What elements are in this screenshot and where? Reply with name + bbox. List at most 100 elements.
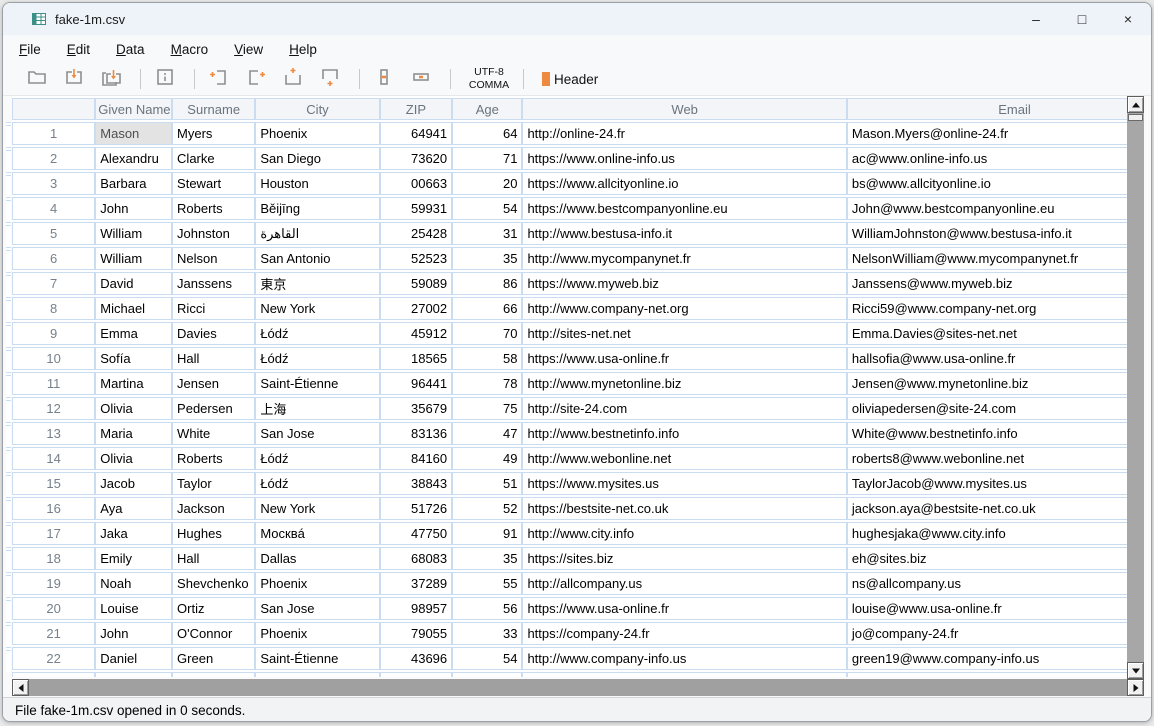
row-number-cell[interactable]: 6 xyxy=(12,247,95,270)
cell-surname[interactable]: Hall xyxy=(172,347,255,370)
cell-zip[interactable]: 51726 xyxy=(380,497,452,520)
cell-surname[interactable]: Johnston xyxy=(172,222,255,245)
row-number-cell[interactable]: 14 xyxy=(12,447,95,470)
cell-web[interactable]: http://www.mycompanynet.fr xyxy=(522,247,846,270)
row-number-cell[interactable]: 4 xyxy=(12,197,95,220)
row-number-cell[interactable]: 20 xyxy=(12,597,95,620)
cell-zip[interactable]: 68083 xyxy=(380,547,452,570)
cell-city[interactable]: 上海 xyxy=(255,397,379,420)
cell-age[interactable]: 55 xyxy=(452,572,522,595)
cell-given_name[interactable]: Olivia xyxy=(95,447,172,470)
cell-web[interactable]: https://www.allcityonline.io xyxy=(522,172,846,195)
cell-surname[interactable]: O'Connor xyxy=(172,622,255,645)
row-number-cell[interactable]: 2 xyxy=(12,147,95,170)
cell-age[interactable]: 75 xyxy=(452,397,522,420)
cell-web[interactable]: http://www.bestusa-info.it xyxy=(522,222,846,245)
cell-given_name[interactable]: William xyxy=(95,247,172,270)
insert-row-above-button[interactable] xyxy=(281,67,305,91)
cell-given_name[interactable]: Louise xyxy=(95,597,172,620)
menu-view[interactable]: View xyxy=(224,39,273,60)
horizontal-scroll-thumb[interactable] xyxy=(29,679,1127,696)
row-number-cell[interactable]: 8 xyxy=(12,297,95,320)
cell-age[interactable]: 66 xyxy=(452,297,522,320)
cell-surname[interactable]: Roberts xyxy=(172,197,255,220)
cell-zip[interactable]: 83136 xyxy=(380,422,452,445)
cell-zip[interactable]: 25428 xyxy=(380,222,452,245)
cell-email[interactable]: bs@www.allcityonline.io xyxy=(847,172,1129,195)
cell-age[interactable]: 31 xyxy=(452,222,522,245)
cell-surname[interactable]: Roberts xyxy=(172,447,255,470)
cell-age[interactable]: 35 xyxy=(452,247,522,270)
cell-given_name[interactable]: John xyxy=(95,197,172,220)
cell-given_name[interactable]: Martina xyxy=(95,372,172,395)
cell-surname[interactable]: Ricci xyxy=(172,297,255,320)
row-number-cell[interactable]: 19 xyxy=(12,572,95,595)
column-header-rownum[interactable] xyxy=(12,98,95,120)
cell-city[interactable]: Saint-Étienne xyxy=(255,372,379,395)
cell-zip[interactable]: 27002 xyxy=(380,297,452,320)
insert-row-below-button[interactable] xyxy=(318,67,342,91)
cell-email[interactable]: ac@www.online-info.us xyxy=(847,147,1129,170)
cell-web[interactable]: http://www.company-net.org xyxy=(522,297,846,320)
cell-age[interactable]: 91 xyxy=(452,522,522,545)
cell-city[interactable]: Łódź xyxy=(255,347,379,370)
cell-age[interactable]: 33 xyxy=(452,622,522,645)
horizontal-scrollbar[interactable] xyxy=(12,679,1144,696)
cell-email[interactable]: green19@www.company-info.us xyxy=(847,647,1129,670)
cell-given_name[interactable]: Sofía xyxy=(95,347,172,370)
row-number-cell[interactable]: 12 xyxy=(12,397,95,420)
cell-web[interactable]: http://www.webonline.net xyxy=(522,447,846,470)
minimize-button[interactable]: – xyxy=(1013,3,1059,35)
cell-web[interactable]: https://www.bestcompanyonline.eu xyxy=(522,197,846,220)
cell-web[interactable]: https://www.usa-online.fr xyxy=(522,597,846,620)
row-number-cell[interactable]: 1 xyxy=(12,122,95,145)
cell-age[interactable]: 47 xyxy=(452,422,522,445)
cell-city[interactable]: San Diego xyxy=(255,147,379,170)
row-number-cell[interactable]: 13 xyxy=(12,422,95,445)
cell-surname[interactable]: Nelson xyxy=(172,247,255,270)
column-header-city[interactable]: City xyxy=(255,98,379,120)
column-header-email[interactable]: Email xyxy=(847,98,1129,120)
cell-web[interactable]: https://www.online-info.us xyxy=(522,147,846,170)
cell-given_name[interactable]: Maria xyxy=(95,422,172,445)
cell-given_name[interactable]: William xyxy=(95,222,172,245)
cell-web[interactable]: http://www.bestnetinfo.info xyxy=(522,422,846,445)
save-all-button[interactable] xyxy=(99,67,123,91)
scroll-left-button[interactable] xyxy=(12,679,29,696)
cell-given_name[interactable]: John xyxy=(95,622,172,645)
cell-web[interactable]: http://site-24.com xyxy=(522,397,846,420)
cell-given_name[interactable]: Aya xyxy=(95,497,172,520)
row-number-cell[interactable]: 17 xyxy=(12,522,95,545)
vertical-scroll-thumb[interactable] xyxy=(1128,114,1143,121)
scroll-right-button[interactable] xyxy=(1127,679,1144,696)
cell-given_name[interactable]: Mason xyxy=(95,122,172,145)
cell-given_name[interactable]: Jaka xyxy=(95,522,172,545)
row-number-cell[interactable]: 22 xyxy=(12,647,95,670)
cell-zip[interactable]: 64941 xyxy=(380,122,452,145)
cell-surname[interactable]: Hall xyxy=(172,547,255,570)
cell-surname[interactable]: Shevchenko xyxy=(172,572,255,595)
close-button[interactable]: × xyxy=(1105,3,1151,35)
cell-given_name[interactable]: Noah xyxy=(95,572,172,595)
cell-given_name[interactable]: Michael xyxy=(95,297,172,320)
row-number-cell[interactable]: 16 xyxy=(12,497,95,520)
cell-age[interactable]: 71 xyxy=(452,147,522,170)
scroll-up-button[interactable] xyxy=(1127,96,1144,113)
cell-zip[interactable]: 79055 xyxy=(380,622,452,645)
row-number-cell[interactable]: 3 xyxy=(12,172,95,195)
row-number-cell[interactable]: 10 xyxy=(12,347,95,370)
cell-email[interactable]: eh@sites.biz xyxy=(847,547,1129,570)
cell-age[interactable]: 49 xyxy=(452,447,522,470)
cell-given_name[interactable]: David xyxy=(95,272,172,295)
cell-age[interactable]: 56 xyxy=(452,597,522,620)
cell-given_name[interactable]: Emma xyxy=(95,322,172,345)
cell-city[interactable]: Łódź xyxy=(255,447,379,470)
cell-web[interactable]: https://www.usa-online.fr xyxy=(522,347,846,370)
header-toggle[interactable]: Header xyxy=(542,72,598,87)
menu-macro[interactable]: Macro xyxy=(161,39,219,60)
cell-city[interactable]: Phoenix xyxy=(255,622,379,645)
menu-edit[interactable]: Edit xyxy=(57,39,100,60)
cell-given_name[interactable]: Emily xyxy=(95,547,172,570)
cell-city[interactable]: Saint-Étienne xyxy=(255,647,379,670)
cell-city[interactable]: Houston xyxy=(255,172,379,195)
